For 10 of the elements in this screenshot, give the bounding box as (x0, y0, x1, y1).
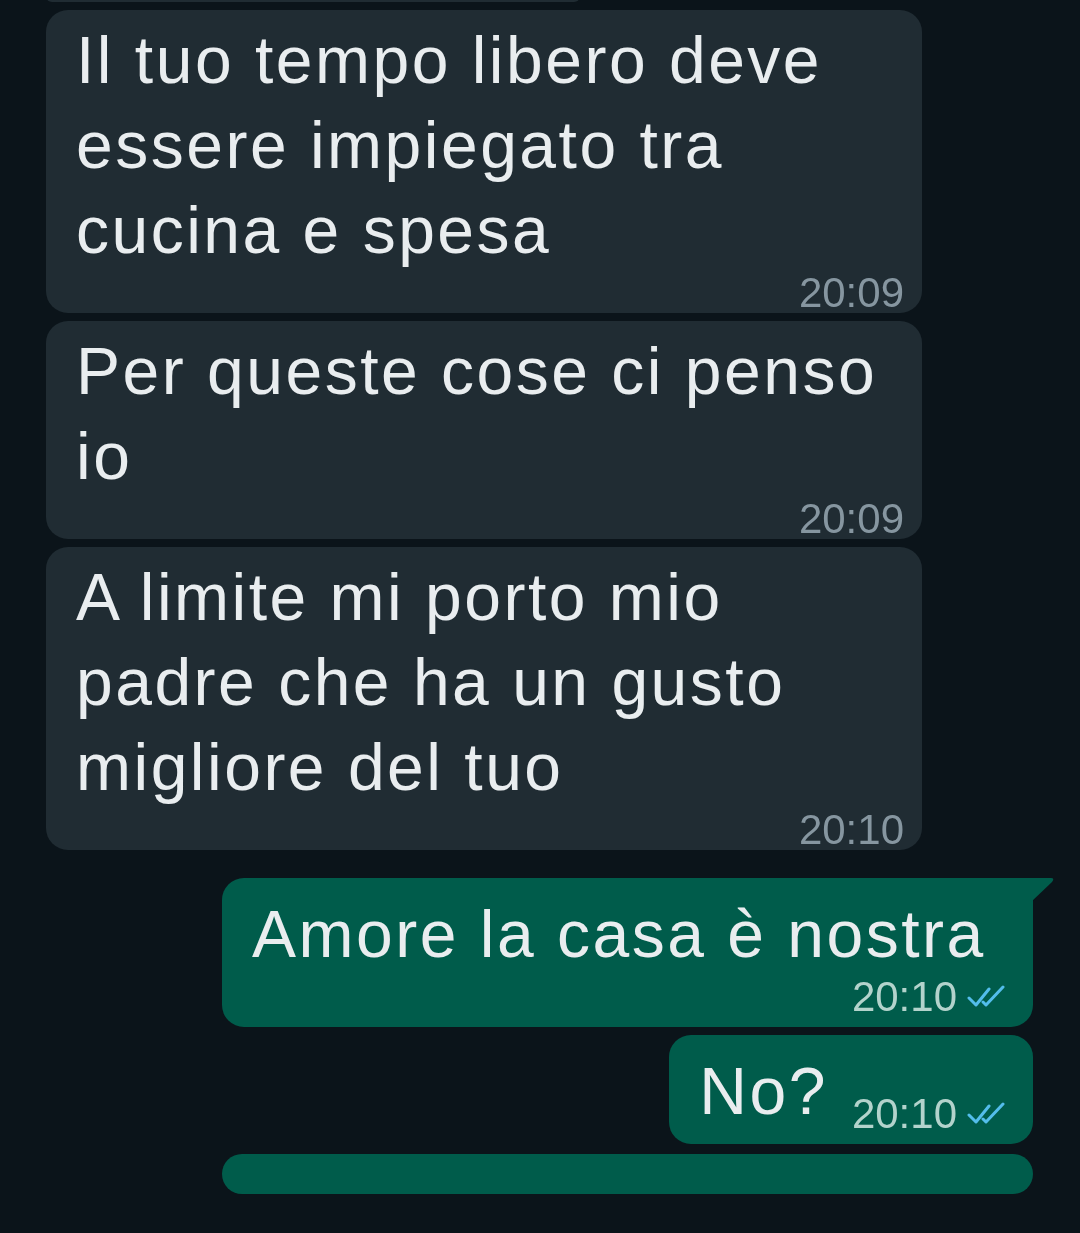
message-time: 20:09 (798, 499, 904, 539)
message-text: Amore la casa è nostra (252, 896, 986, 973)
message-text: No? (699, 1053, 828, 1130)
message-time: 20:10 (851, 1094, 957, 1134)
message-text: Il tuo tempo libero deve essere impiegato tra cucina e spesa (76, 22, 824, 269)
message-text: Per queste cose ci penso io (76, 333, 879, 495)
message-time: 20:10 (798, 810, 904, 850)
message-text: A limite mi porto mio padre che ha un gusto migliore del tuo (76, 559, 787, 806)
message-time: 20:10 (851, 977, 957, 1017)
message-time: 20:09 (798, 273, 904, 313)
